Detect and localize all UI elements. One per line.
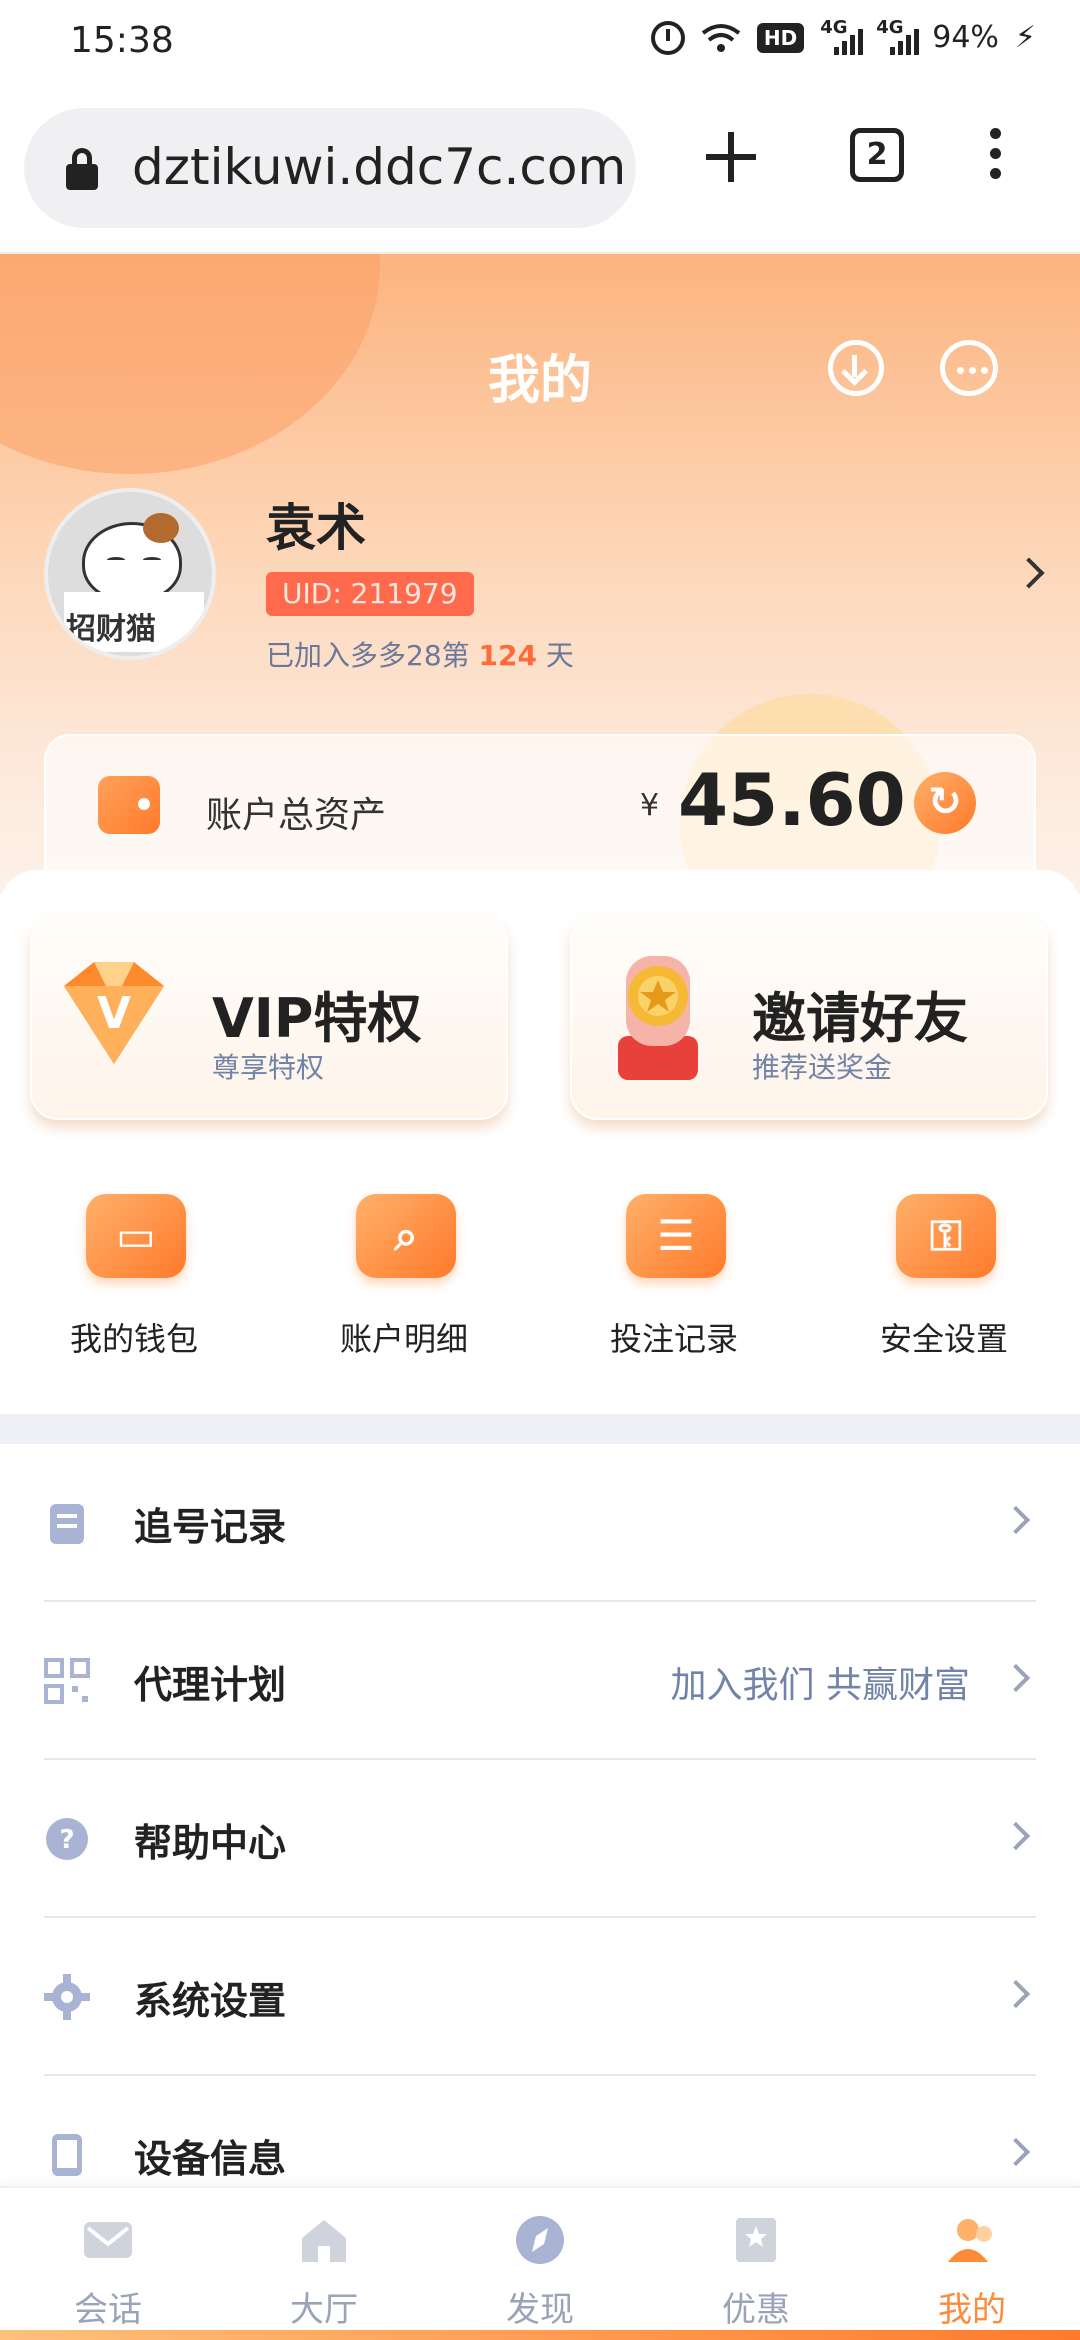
status-bar: 15:38 HD 4G 4G 94% ⚡ <box>0 0 1080 84</box>
chevron-right-icon <box>1001 1979 1031 2009</box>
url-text[interactable]: dztikuwi.ddc7c.com <box>132 138 632 196</box>
profile-header: 我的 招财猫 袁术 UID: 211979 已加入多多28第 124 天 账户总… <box>0 254 1080 894</box>
hd-icon: HD <box>756 22 805 53</box>
quick-label: 账户明细 <box>339 1320 468 1358</box>
assets-label: 账户总资产 <box>206 795 387 836</box>
alarm-icon <box>650 20 685 55</box>
quick-security[interactable]: ⚿ 安全设置 <box>844 1180 1044 1380</box>
battery-level: 94% <box>932 20 999 55</box>
quick-bet-records[interactable]: ☰ 投注记录 <box>574 1180 774 1380</box>
lock-icon <box>64 148 100 192</box>
gear-icon <box>44 1974 90 2020</box>
vip-card[interactable]: V VIP特权 尊享特权 <box>30 914 508 1120</box>
quick-account-detail[interactable]: ⌕ 账户明细 <box>304 1180 504 1380</box>
signal-icon-2: 4G <box>876 17 920 55</box>
vip-title: VIP特权 <box>212 987 422 1050</box>
menu-item-agent-plan[interactable]: 代理计划 加入我们 共赢财富 <box>44 1602 1036 1760</box>
assets-amount: 45.60 <box>678 758 906 842</box>
mail-icon <box>84 2222 132 2258</box>
bottom-accent-bar <box>0 2330 1080 2340</box>
avatar[interactable]: 招财猫 <box>44 488 216 660</box>
menu-item-system-settings[interactable]: 系统设置 <box>44 1918 1036 2076</box>
chat-icon[interactable] <box>940 340 998 396</box>
menu-item-chase-records[interactable]: 追号记录 <box>44 1444 1036 1602</box>
notepad-icon: ☰ <box>657 1211 695 1260</box>
svg-text:?: ? <box>59 1825 74 1855</box>
browser-toolbar: dztikuwi.ddc7c.com 2 <box>0 84 1080 254</box>
status-icons: HD 4G 4G 94% ⚡ <box>650 17 1036 55</box>
agent-plan-slogan: 加入我们 共赢财富 <box>670 1665 970 1706</box>
invite-card[interactable]: 邀请好友 推荐送奖金 <box>570 914 1048 1120</box>
signal-icon: 4G <box>820 17 864 55</box>
quick-label: 安全设置 <box>879 1320 1008 1358</box>
nav-chat[interactable]: 会话 <box>0 2188 216 2338</box>
chevron-right-icon <box>1001 1505 1031 1535</box>
main-panel: V VIP特权 尊享特权 邀请好友 推荐送奖金 ▭ 我的钱包 ⌕ 账户明细 ☰ … <box>0 870 1080 1414</box>
nav-promotions[interactable]: 优惠 <box>648 2188 864 2338</box>
bottom-nav: 会话 大厅 发现 优惠 我的 <box>0 2186 1080 2340</box>
quick-actions: ▭ 我的钱包 ⌕ 账户明细 ☰ 投注记录 ⚿ 安全设置 <box>0 1180 1080 1380</box>
search-icon: ⌕ <box>394 1211 418 1260</box>
download-icon[interactable] <box>828 340 884 396</box>
user-icon <box>948 2219 992 2262</box>
quick-label: 投注记录 <box>609 1320 738 1358</box>
invite-subtitle: 推荐送奖金 <box>752 1051 893 1084</box>
nav-mine[interactable]: 我的 <box>864 2188 1080 2338</box>
tab-switcher-button[interactable]: 2 <box>850 128 904 182</box>
new-tab-icon[interactable] <box>706 132 756 182</box>
refresh-icon[interactable]: ↻ <box>914 772 976 834</box>
clipboard-icon <box>50 1504 84 1544</box>
user-name: 袁术 <box>266 499 366 557</box>
address-bar[interactable]: dztikuwi.ddc7c.com <box>24 108 636 228</box>
charging-icon: ⚡ <box>1014 20 1036 55</box>
quick-wallet[interactable]: ▭ 我的钱包 <box>34 1180 234 1380</box>
nav-lobby[interactable]: 大厅 <box>216 2188 432 2338</box>
chevron-right-icon[interactable] <box>1013 557 1045 589</box>
status-time: 15:38 <box>70 20 174 61</box>
section-divider <box>0 1414 1080 1444</box>
vip-subtitle: 尊享特权 <box>212 1051 325 1084</box>
chevron-right-icon <box>1001 1821 1031 1851</box>
avatar-text: 招财猫 <box>66 612 156 647</box>
wallet-icon <box>98 776 160 834</box>
qr-icon <box>44 1658 90 1704</box>
coin-hand-icon <box>618 956 698 1080</box>
compass-icon <box>516 2216 564 2264</box>
nav-discover[interactable]: 发现 <box>432 2188 648 2338</box>
joined-info: 已加入多多28第 124 天 <box>266 639 574 672</box>
uid-badge: UID: 211979 <box>266 572 474 616</box>
key-icon: ⚿ <box>930 1211 962 1260</box>
wifi-icon <box>701 23 741 53</box>
svg-text:V: V <box>97 988 131 1039</box>
menu-item-help-center[interactable]: ? 帮助中心 <box>44 1760 1036 1918</box>
currency-symbol: ¥ <box>640 788 660 823</box>
chevron-right-icon <box>1001 2137 1031 2167</box>
chevron-right-icon <box>1001 1663 1031 1693</box>
menu-list: 追号记录 代理计划 加入我们 共赢财富 ? 帮助中心 系统设置 设备信息 <box>0 1444 1080 2234</box>
quick-label: 我的钱包 <box>69 1320 198 1358</box>
help-icon: ? <box>46 1818 88 1860</box>
phone-icon <box>52 2134 82 2176</box>
page-title: 我的 <box>487 351 592 411</box>
more-menu-icon[interactable] <box>990 128 1002 184</box>
coupon-icon <box>736 2218 776 2262</box>
diamond-icon: V <box>64 962 164 1064</box>
home-icon <box>302 2220 346 2262</box>
wallet-icon: ▭ <box>116 1211 156 1260</box>
invite-title: 邀请好友 <box>752 987 968 1050</box>
